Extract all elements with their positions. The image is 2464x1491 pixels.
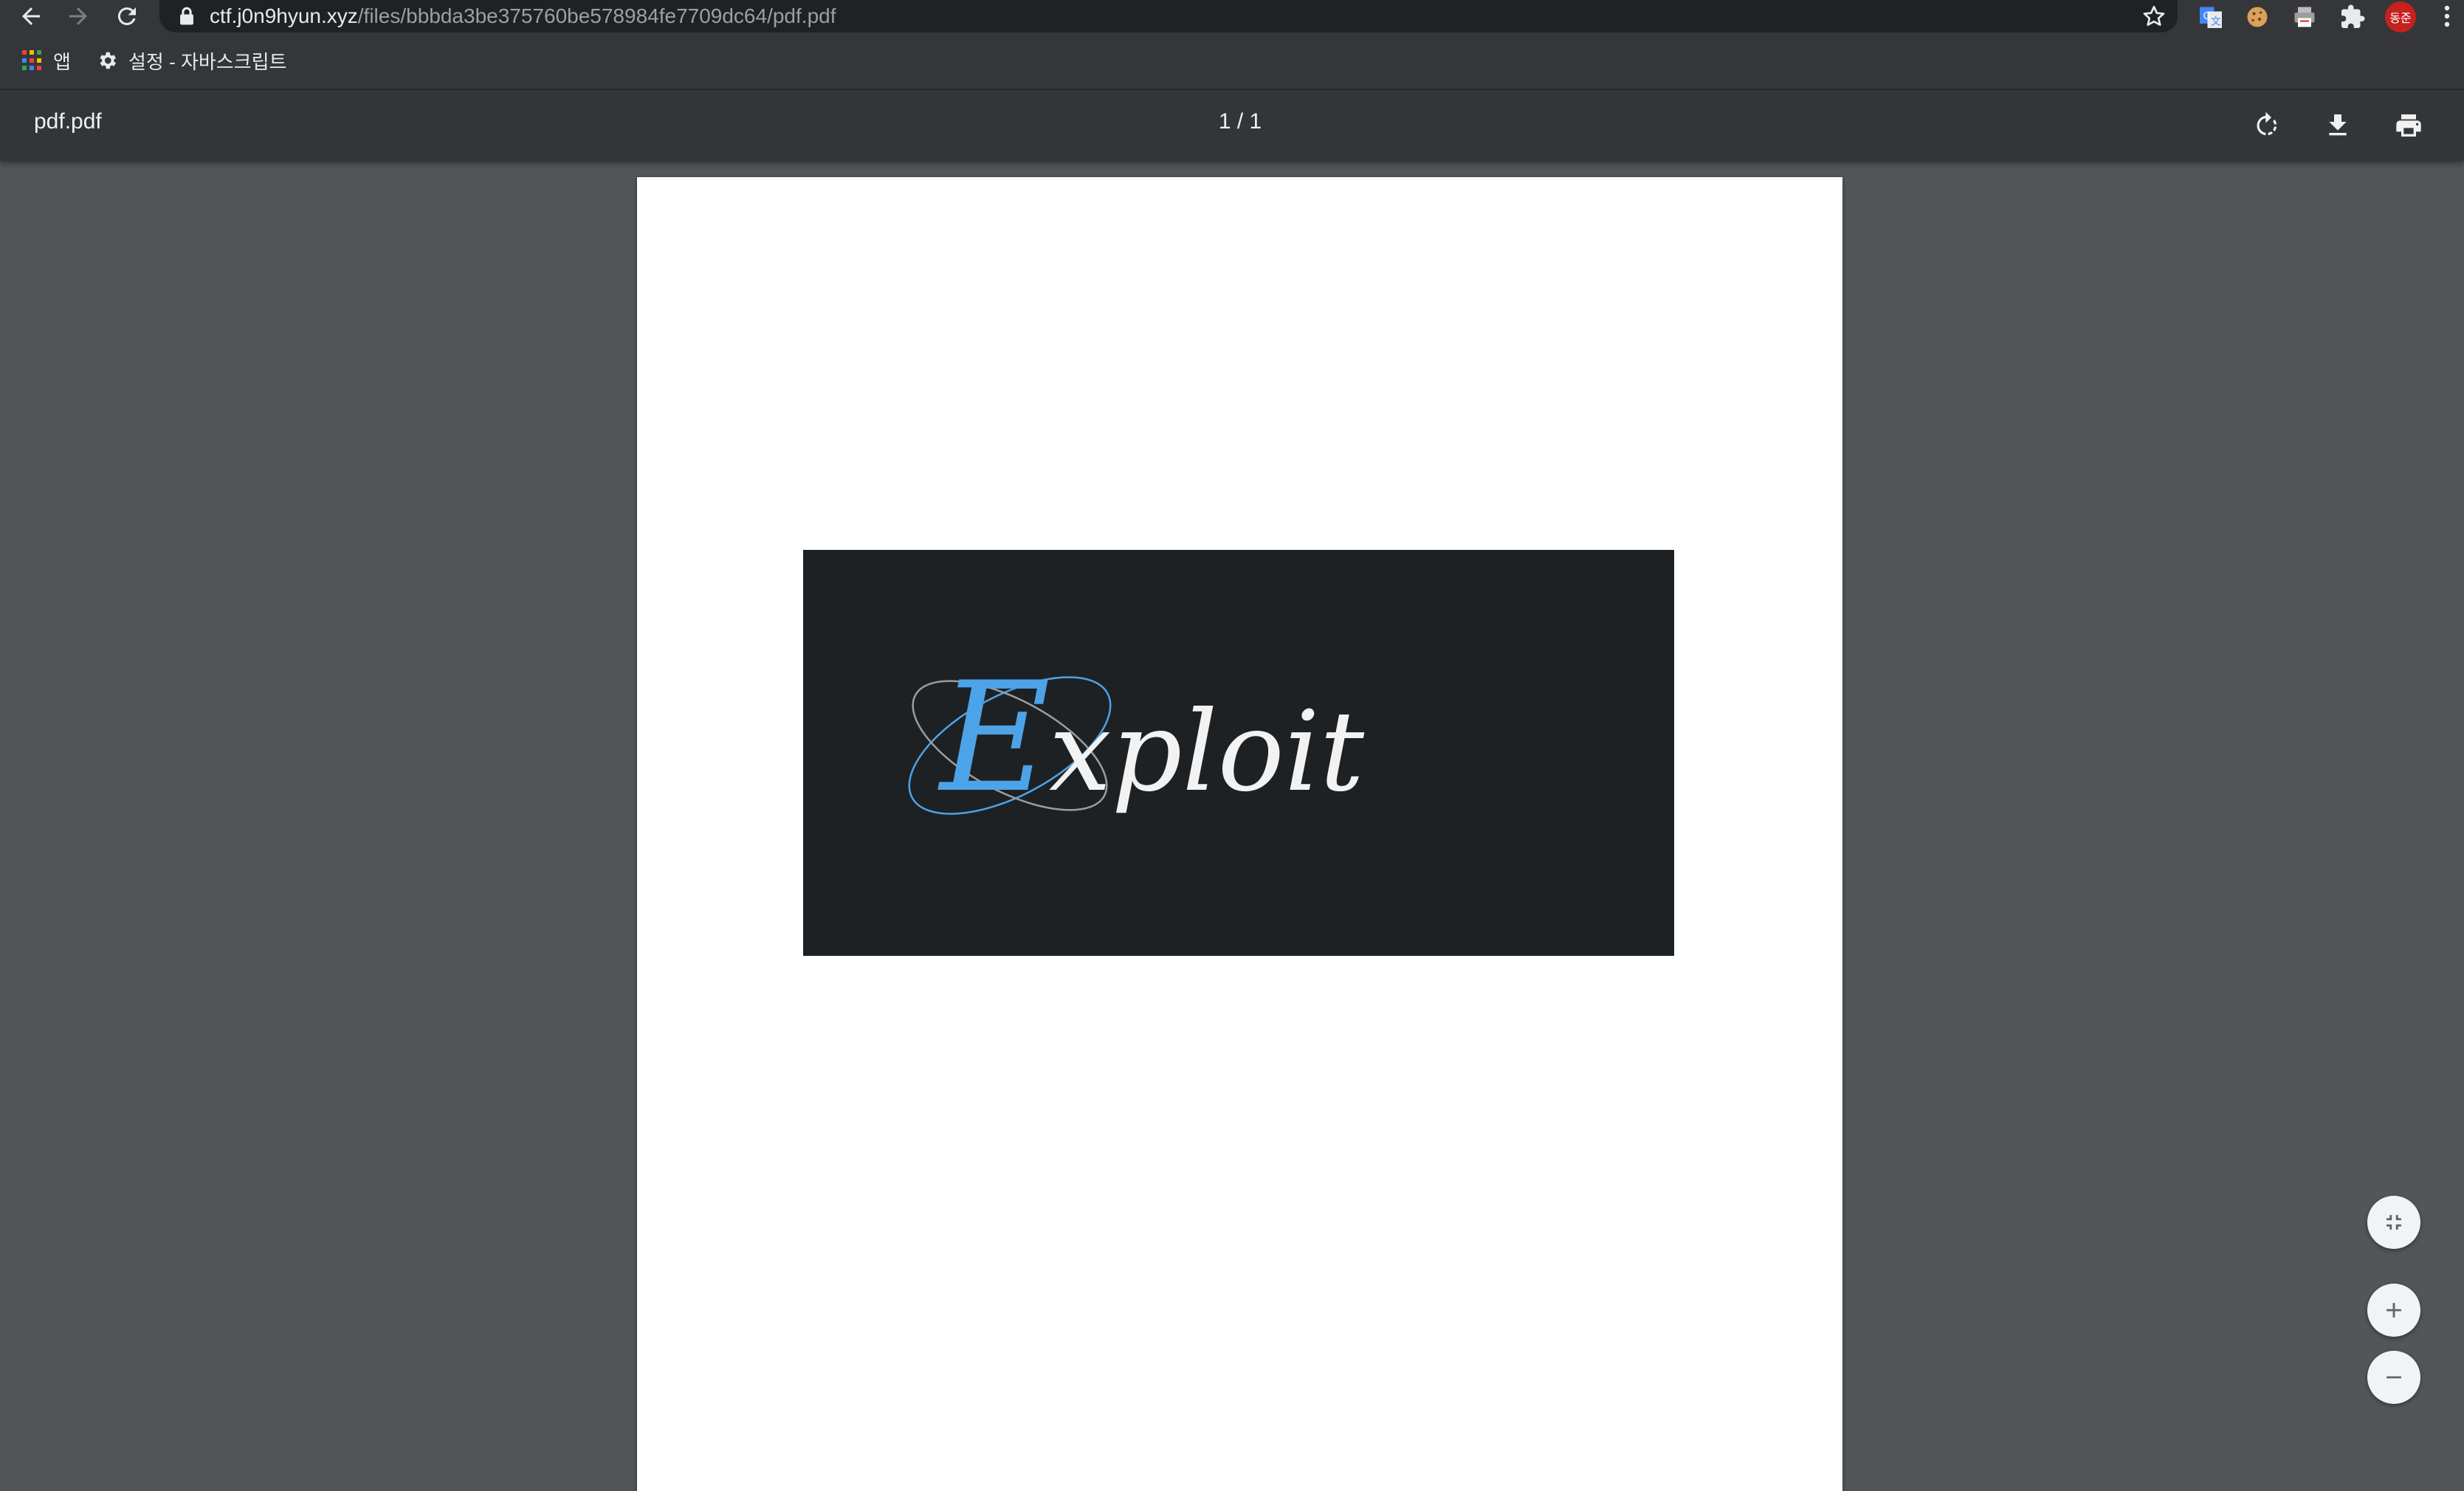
bookmarks-bar: 앱 설정 - 자바스크립트	[0, 34, 2464, 90]
download-button[interactable]	[2319, 106, 2357, 145]
extensions-button[interactable]	[2339, 3, 2367, 31]
minus-icon	[2386, 1376, 2401, 1379]
cookie-extension[interactable]	[2243, 3, 2271, 31]
forward-arrow-icon	[69, 7, 87, 25]
rotate-icon	[2257, 111, 2277, 136]
fit-to-page-icon	[2386, 1215, 2401, 1230]
gear-icon	[100, 52, 116, 69]
reload-icon	[117, 7, 136, 26]
profile-avatar[interactable]: 동준	[2385, 1, 2416, 32]
print-icon	[2396, 114, 2421, 137]
back-button[interactable]	[7, 0, 55, 32]
browser-menu-button[interactable]	[2432, 0, 2462, 32]
exploit-logo-image: E xploit	[803, 550, 1674, 956]
printer-extension-icon	[2294, 7, 2315, 27]
reload-button[interactable]	[103, 0, 151, 32]
translate-icon: G文	[2200, 7, 2222, 28]
cookie-icon	[2247, 7, 2268, 27]
svg-text:E: E	[937, 650, 1050, 826]
page-indicator: 1 / 1	[1218, 109, 1262, 134]
svg-text:文: 文	[2211, 16, 2221, 28]
pdf-toolbar: pdf.pdf 1 / 1	[0, 90, 2464, 161]
puzzle-icon	[2341, 4, 2365, 28]
pdf-file-name: pdf.pdf	[34, 109, 102, 134]
translate-extension[interactable]: G文	[2197, 3, 2225, 31]
bookmark-apps[interactable]: 앱	[22, 44, 71, 77]
forward-button[interactable]	[55, 0, 102, 32]
rotate-button[interactable]	[2248, 106, 2286, 145]
printer-extension[interactable]	[2291, 3, 2319, 31]
lock-icon	[180, 7, 193, 25]
avatar-initials: 동준	[2389, 13, 2412, 25]
url-text[interactable]: ctf.j0n9hyun.xyz/files/bbbda3be375760be5…	[210, 1, 836, 31]
address-bar[interactable]: ctf.j0n9hyun.xyz/files/bbbda3be375760be5…	[159, 0, 2178, 32]
url-host: ctf.j0n9hyun.xyz	[210, 4, 358, 27]
bookmark-apps-label: 앱	[53, 50, 71, 73]
plus-icon	[2386, 1303, 2401, 1318]
zoom-out-button[interactable]	[2367, 1351, 2420, 1404]
bookmark-settings-label: 설정 - 자바스크립트	[128, 50, 287, 73]
download-icon	[2329, 114, 2347, 136]
bookmark-settings-javascript[interactable]: 설정 - 자바스크립트	[96, 44, 286, 77]
pdf-page: E xploit	[637, 177, 1842, 1491]
exploit-logo-graphic: E xploit	[908, 650, 1365, 826]
print-button[interactable]	[2389, 106, 2428, 145]
url-path: /files/bbbda3be375760be578984fe7709dc64/…	[357, 4, 836, 27]
apps-grid-icon	[22, 50, 43, 71]
back-arrow-icon	[22, 7, 40, 25]
logo-text: xploit	[1049, 688, 1365, 816]
fit-to-page-button[interactable]	[2367, 1196, 2420, 1249]
star-icon[interactable]	[2141, 3, 2167, 30]
zoom-in-button[interactable]	[2367, 1284, 2420, 1337]
more-vert-icon	[2444, 5, 2450, 27]
svg-text:G: G	[2203, 10, 2211, 22]
browser-toolbar: ctf.j0n9hyun.xyz/files/bbbda3be375760be5…	[0, 0, 2464, 34]
